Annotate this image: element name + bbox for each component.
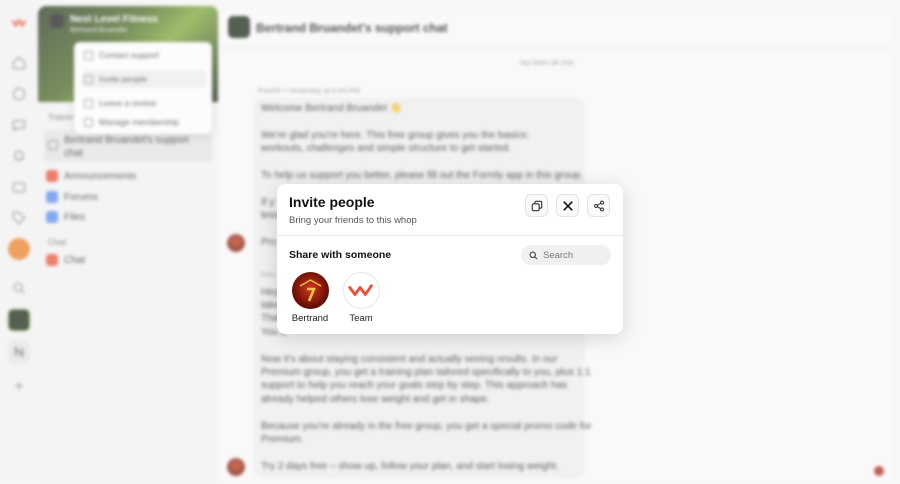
share-target-team[interactable]: Team [336,272,386,324]
share-target-name: Team [349,313,373,324]
share-button[interactable] [587,194,610,217]
modal-subtitle: Bring your friends to this whop [289,215,417,226]
share-icon [593,200,604,211]
search-box[interactable] [521,245,611,265]
modal-divider [277,235,623,236]
share-x-button[interactable] [556,194,579,217]
share-section-title: Share with someone [289,249,392,261]
copy-icon [531,200,542,211]
copy-link-button[interactable] [525,194,548,217]
invite-people-modal: Invite people Bring your friends to this… [277,184,623,334]
share-target-bertrand[interactable]: Bertrand [285,272,335,324]
modal-title: Invite people [289,194,375,210]
whop-logo[interactable] [342,272,380,309]
share-target-name: Bertrand [291,313,329,324]
search-icon [529,251,538,259]
bertrand-avatar[interactable] [291,272,329,309]
search-input[interactable] [543,249,607,261]
x-logo-icon [562,200,573,211]
